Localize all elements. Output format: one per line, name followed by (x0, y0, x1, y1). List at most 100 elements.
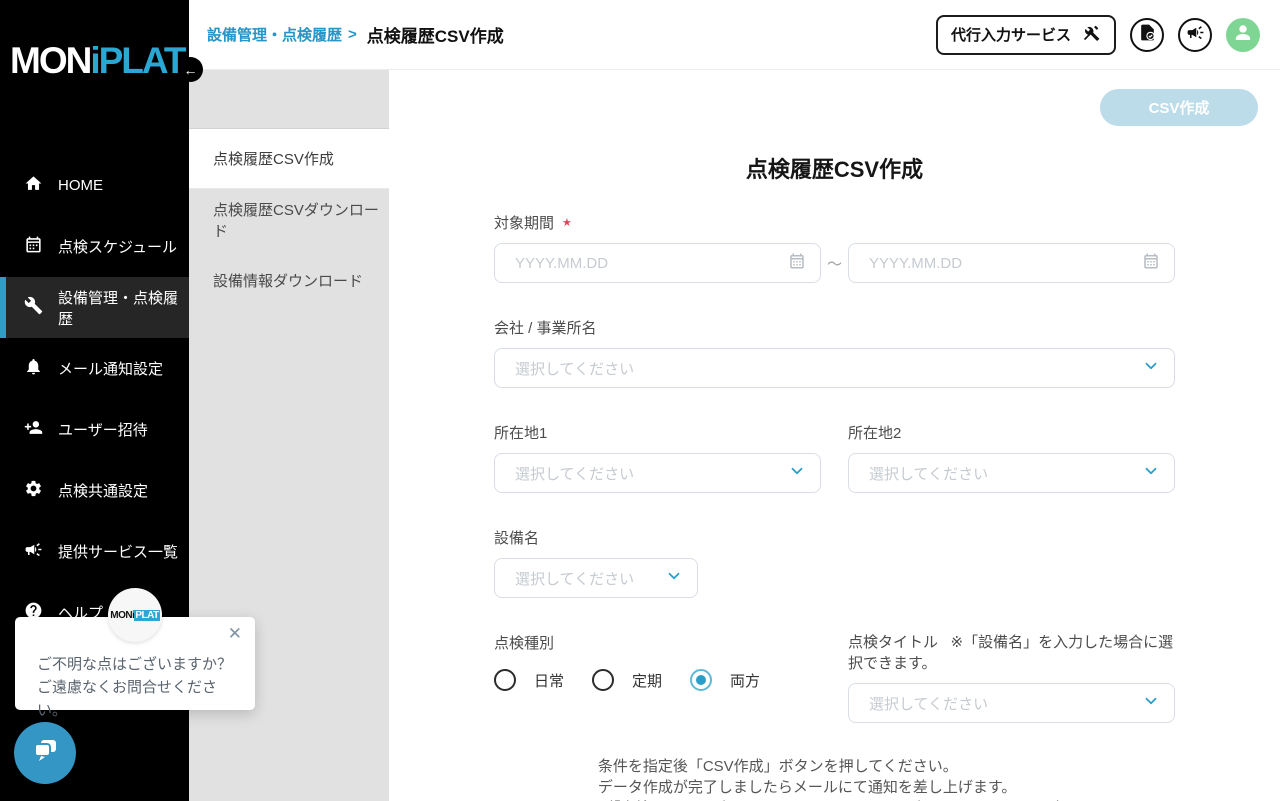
avatar-person-icon (1230, 19, 1256, 50)
period-end-input[interactable] (869, 255, 1142, 272)
company-select[interactable]: 選択してください (494, 348, 1175, 388)
inspection-type-field: 点検種別 日常 定期 両方 (494, 632, 821, 691)
file-check-icon (1138, 23, 1157, 47)
arrow-left-icon: ← (184, 62, 198, 78)
page-title-breadcrumb: 点検履歴CSV作成 (367, 22, 504, 47)
inspection-type-radio-periodic[interactable]: 定期 (592, 669, 662, 691)
page-title: 点検履歴CSV作成 (494, 152, 1175, 184)
radio-circle-icon (690, 669, 712, 691)
chat-bubbles-icon (29, 735, 61, 772)
location2-select[interactable]: 選択してください (848, 453, 1175, 493)
sidebar-item-inspection-schedule[interactable]: 点検スケジュール (0, 216, 189, 277)
csv-create-button[interactable]: CSV作成 (1100, 89, 1258, 126)
location-row: 所在地1 選択してください 所在地2 選択してください (494, 422, 1175, 493)
period-field: 対象期間 ★ ～ (494, 212, 1175, 283)
location1-select[interactable]: 選択してください (494, 453, 821, 493)
sidebar-item-common-settings[interactable]: 点検共通設定 (0, 460, 189, 521)
collapse-sidebar-button[interactable]: ← (178, 57, 203, 82)
breadcrumb-separator: > (348, 26, 357, 43)
sidebar-item-equipment-history[interactable]: 設備管理・点検履歴 (0, 277, 189, 338)
sidebar-item-label: 提供サービス一覧 (58, 541, 178, 562)
chat-popup-text: ご不明な点はございますか？ご遠慮なくお問合せください。 (37, 653, 237, 722)
wrench-icon (24, 296, 43, 319)
location2-label: 所在地2 (848, 422, 901, 443)
sidebar-item-services[interactable]: 提供サービス一覧 (0, 521, 189, 582)
location1-label: 所在地1 (494, 422, 547, 443)
footer-notes: 条件を指定後「CSV作成」ボタンを押してください。 データ作成が完了しましたらメ… (598, 756, 1071, 801)
bell-icon (24, 357, 43, 380)
inspection-type-radio-both[interactable]: 両方 (690, 669, 760, 691)
chevron-down-icon (1142, 462, 1160, 485)
inspection-type-radios: 日常 定期 両方 (494, 669, 821, 691)
sidebar-item-mail-notification[interactable]: メール通知設定 (0, 338, 189, 399)
footer-note: 条件を指定後「CSV作成」ボタンを押してください。 (598, 756, 1071, 777)
header: 設備管理・点検履歴 > 点検履歴CSV作成 代行入力サービス (189, 0, 1280, 70)
footer-note: データ作成が完了しましたらメールにて通知を差し上げます。 (598, 777, 1071, 798)
type-title-row: 点検種別 日常 定期 両方 (494, 632, 1175, 723)
user-avatar[interactable] (1226, 18, 1260, 52)
location2-field: 所在地2 選択してください (848, 422, 1175, 493)
calendar-icon (24, 235, 43, 258)
sub-sidebar-spacer (189, 70, 389, 128)
home-icon (24, 174, 43, 197)
calendar-icon[interactable] (1142, 252, 1160, 275)
csv-create-form: 点検履歴CSV作成 対象期間 ★ ～ 会社 / 事業所名 (494, 152, 1175, 801)
radio-circle-icon (494, 669, 516, 691)
subsidebar-item-csv-download[interactable]: 点検履歴CSVダウンロード (189, 189, 389, 250)
equipment-field: 設備名 選択してください (494, 527, 1175, 598)
breadcrumb: 設備管理・点検履歴 > 点検履歴CSV作成 (207, 22, 504, 47)
main-content: CSV作成 点検履歴CSV作成 対象期間 ★ ～ 会社 (389, 70, 1280, 801)
company-label: 会社 / 事業所名 (494, 317, 597, 338)
equipment-placeholder: 選択してください (515, 568, 634, 589)
chat-launcher-button[interactable] (14, 722, 76, 784)
sidebar-item-home[interactable]: HOME (0, 155, 189, 216)
close-icon[interactable]: ✕ (228, 625, 242, 642)
location1-placeholder: 選択してください (515, 463, 634, 484)
subsidebar-item-csv-create[interactable]: 点検履歴CSV作成 (189, 128, 389, 189)
company-placeholder: 選択してください (515, 358, 634, 379)
subsidebar-item-equipment-download[interactable]: 設備情報ダウンロード (189, 250, 389, 311)
inspection-type-label: 点検種別 (494, 632, 554, 653)
calendar-icon[interactable] (788, 252, 806, 275)
equipment-select[interactable]: 選択してください (494, 558, 698, 598)
proxy-button-label: 代行入力サービス (951, 24, 1071, 45)
sidebar-item-label: 点検共通設定 (58, 480, 148, 501)
sidebar-item-label: HOME (58, 177, 103, 194)
period-start-input[interactable] (515, 255, 788, 272)
inspection-title-field: 点検タイトル ※「設備名」を入力した場合に選択できます。 選択してください (848, 632, 1175, 723)
sidebar-item-label: 設備管理・点検履歴 (58, 287, 189, 329)
company-field: 会社 / 事業所名 選択してください (494, 317, 1175, 388)
chevron-down-icon (1142, 692, 1160, 715)
user-add-icon (24, 418, 43, 441)
chevron-down-icon (665, 567, 683, 590)
sidebar-nav: HOME 点検スケジュール 設備管理・点検履歴 メール通知設定 ユーザー招待 点… (0, 155, 189, 643)
file-check-button[interactable] (1130, 18, 1164, 52)
announcement-icon (1186, 23, 1205, 47)
megaphone-icon (24, 540, 43, 563)
location2-placeholder: 選択してください (869, 463, 988, 484)
sidebar-item-label: ユーザー招待 (58, 419, 148, 440)
gear-icon (24, 479, 43, 502)
moniplat-logo: MONiPLAT (0, 0, 189, 82)
inspection-type-radio-daily[interactable]: 日常 (494, 669, 564, 691)
chat-avatar: MONiPLAT (108, 588, 162, 642)
location1-field: 所在地1 選択してください (494, 422, 821, 493)
sidebar-item-label: 点検スケジュール (58, 236, 177, 257)
proxy-input-service-button[interactable]: 代行入力サービス (936, 15, 1116, 55)
breadcrumb-parent-link[interactable]: 設備管理・点検履歴 (207, 24, 342, 45)
required-star: ★ (562, 216, 572, 229)
announcements-button[interactable] (1178, 18, 1212, 52)
period-label: 対象期間 (494, 212, 554, 233)
radio-circle-icon (592, 669, 614, 691)
equipment-label: 設備名 (494, 527, 539, 548)
period-end-box (848, 243, 1175, 283)
sidebar-item-label: メール通知設定 (58, 358, 163, 379)
period-start-box (494, 243, 821, 283)
header-actions: 代行入力サービス (936, 15, 1260, 55)
chevron-down-icon (1142, 357, 1160, 380)
period-separator: ～ (821, 253, 848, 274)
sidebar-item-invite-user[interactable]: ユーザー招待 (0, 399, 189, 460)
tools-icon (1081, 23, 1101, 47)
chevron-down-icon (788, 462, 806, 485)
inspection-title-select[interactable]: 選択してください (848, 683, 1175, 723)
